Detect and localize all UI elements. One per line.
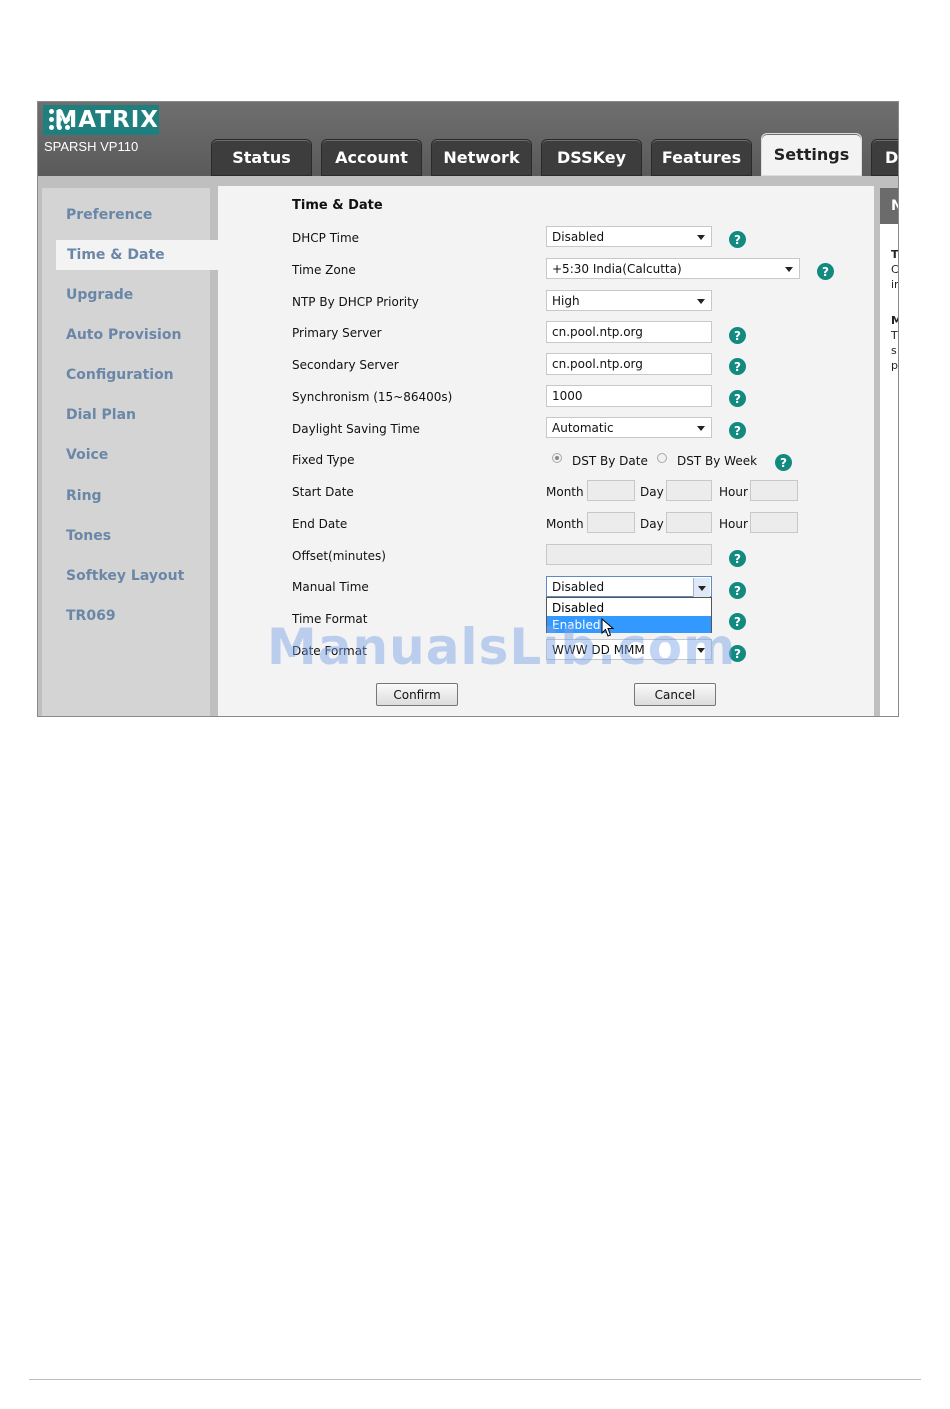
dst-by-week-radio[interactable] (657, 453, 667, 463)
section-title: Time & Date (292, 198, 383, 213)
start-day-input[interactable] (666, 480, 712, 501)
sidebar-item-softkey-layout[interactable]: Softkey Layout (42, 561, 210, 591)
secondary-server-label: Secondary Server (292, 358, 399, 372)
offset-label: Offset(minutes) (292, 549, 386, 563)
start-hour-input[interactable] (750, 480, 798, 501)
sidebar: Preference Time & Date Upgrade Auto Prov… (42, 188, 218, 716)
confirm-button[interactable]: Confirm (376, 683, 458, 706)
end-hour-input[interactable] (750, 512, 798, 533)
top-bar: MATRIX SPARSH VP110 Status Account Netwo… (38, 102, 898, 176)
dst-select[interactable]: Automatic (546, 417, 712, 438)
time-zone-label: Time Zone (292, 263, 356, 277)
chevron-down-icon[interactable] (693, 578, 710, 597)
tab-features[interactable]: Features (651, 139, 752, 176)
manual-time-select[interactable]: Disabled (546, 576, 712, 597)
ntp-priority-label: NTP By DHCP Priority (292, 295, 419, 309)
sidebar-item-dial-plan[interactable]: Dial Plan (42, 400, 210, 430)
footer-divider (29, 1379, 921, 1380)
manual-time-label: Manual Time (292, 580, 369, 594)
end-month-input[interactable] (587, 512, 635, 533)
watermark: ManualsLib.com (267, 618, 737, 676)
model-name: SPARSH VP110 (44, 139, 139, 154)
sidebar-item-auto-provision[interactable]: Auto Provision (42, 320, 210, 350)
dropdown-option-disabled[interactable]: Disabled (547, 599, 711, 616)
ntp-priority-select[interactable]: High (546, 290, 712, 311)
tab-status[interactable]: Status (211, 139, 312, 176)
start-month-label: Month (546, 485, 584, 499)
note-panel-header: N (880, 188, 898, 224)
dst-label: Daylight Saving Time (292, 422, 420, 436)
help-icon[interactable]: ? (729, 327, 746, 344)
help-icon[interactable]: ? (729, 231, 746, 248)
dhcp-time-select[interactable]: Disabled (546, 226, 712, 247)
brand-logo: MATRIX (43, 105, 159, 135)
sidebar-item-time-date[interactable]: Time & Date (56, 240, 218, 270)
sidebar-item-tones[interactable]: Tones (42, 521, 210, 551)
time-zone-select[interactable]: +5:30 India(Calcutta) (546, 258, 800, 279)
note-text: M (891, 314, 898, 327)
note-text: s (891, 344, 897, 357)
start-day-label: Day (640, 485, 664, 499)
dst-by-week-label: DST By Week (677, 454, 758, 468)
help-icon[interactable]: ? (817, 263, 834, 280)
dhcp-time-label: DHCP Time (292, 231, 360, 245)
help-icon[interactable]: ? (729, 358, 746, 375)
dst-by-date-label: DST By Date (572, 454, 648, 468)
offset-input[interactable] (546, 544, 712, 565)
end-date-label: End Date (292, 517, 348, 531)
tab-overflow[interactable]: Di (871, 139, 898, 176)
tab-network[interactable]: Network (431, 139, 532, 176)
start-hour-label: Hour (719, 485, 748, 499)
secondary-server-input[interactable]: cn.pool.ntp.org (546, 353, 712, 375)
manual-time-value: Disabled (552, 579, 605, 594)
note-panel: N T C ir M T s p (880, 188, 899, 716)
cancel-button[interactable]: Cancel (634, 683, 716, 706)
note-text: T (891, 248, 899, 261)
start-date-label: Start Date (292, 485, 354, 499)
help-icon[interactable]: ? (775, 454, 792, 471)
primary-server-label: Primary Server (292, 326, 382, 340)
fixed-type-label: Fixed Type (292, 453, 355, 467)
note-text: ir (891, 278, 899, 291)
start-month-input[interactable] (587, 480, 635, 501)
end-month-label: Month (546, 517, 584, 531)
primary-server-input[interactable]: cn.pool.ntp.org (546, 321, 712, 343)
tab-account[interactable]: Account (321, 139, 422, 176)
logo-text: MATRIX (54, 107, 159, 133)
note-text: C (891, 263, 899, 276)
sidebar-item-configuration[interactable]: Configuration (42, 360, 210, 390)
help-icon[interactable]: ? (729, 582, 746, 599)
note-text: p (891, 359, 898, 372)
sidebar-item-voice[interactable]: Voice (42, 440, 210, 470)
synchronism-label: Synchronism (15~86400s) (292, 390, 453, 404)
dst-by-date-radio[interactable] (552, 453, 562, 463)
help-icon[interactable]: ? (729, 550, 746, 567)
tab-dsskey[interactable]: DSSKey (541, 139, 642, 176)
help-icon[interactable]: ? (729, 422, 746, 439)
help-icon[interactable]: ? (729, 390, 746, 407)
matrix-logo-icon (47, 107, 70, 133)
sidebar-item-tr069[interactable]: TR069 (42, 601, 210, 631)
sidebar-item-upgrade[interactable]: Upgrade (42, 280, 210, 310)
sidebar-item-ring[interactable]: Ring (42, 481, 210, 511)
sidebar-item-preference[interactable]: Preference (42, 200, 210, 230)
end-day-label: Day (640, 517, 664, 531)
tab-settings[interactable]: Settings (761, 133, 862, 176)
note-text: T (891, 329, 898, 342)
synchronism-input[interactable]: 1000 (546, 385, 712, 407)
end-day-input[interactable] (666, 512, 712, 533)
end-hour-label: Hour (719, 517, 748, 531)
